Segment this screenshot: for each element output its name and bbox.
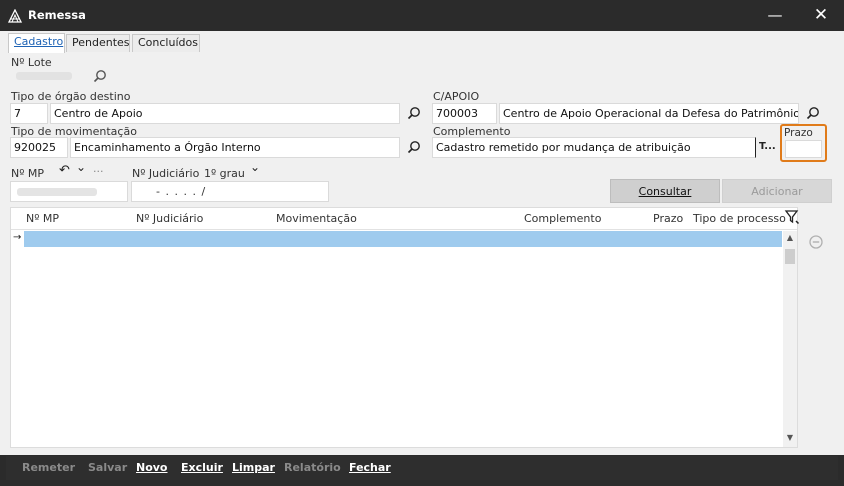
complemento-field[interactable]: Cadastro remetido por mudança de atribui… <box>432 137 756 158</box>
col-movimentacao[interactable]: Movimentação <box>276 212 357 225</box>
mp-label: Nº MP <box>11 167 45 180</box>
grau-select[interactable]: 1º grau <box>204 167 245 180</box>
relatorio-button: Relatório <box>284 461 341 474</box>
prazo-label: Prazo <box>784 127 813 139</box>
tab-pendentes[interactable]: Pendentes <box>66 34 130 52</box>
consultar-processos-button[interactable]: Consultar Processos <box>610 179 720 222</box>
prazo-field[interactable] <box>785 140 822 158</box>
mp-value-redacted <box>17 188 97 196</box>
tipo-orgao-search-icon[interactable] <box>406 105 424 123</box>
col-prazo[interactable]: Prazo <box>653 212 683 225</box>
tipo-orgao-label: Tipo de órgão destino <box>11 90 131 103</box>
novo-button[interactable]: Novo <box>136 461 168 474</box>
grid-header: Nº MP Nº Judiciário Movimentação Complem… <box>11 208 797 230</box>
complemento-more-button[interactable]: T... <box>759 141 776 152</box>
mp-undo-icon[interactable]: ↶ <box>59 163 70 178</box>
limpar-button[interactable]: Limpar <box>232 461 275 474</box>
judiciario-label: Nº Judiciário <box>132 167 200 180</box>
mp-more-icon[interactable]: ··· <box>93 165 104 178</box>
tipo-mov-name-field[interactable]: Encaminhamento a Órgão Interno <box>70 137 400 158</box>
lote-field[interactable] <box>10 66 82 86</box>
tipo-orgao-name-field[interactable]: Centro de Apoio <box>50 103 400 124</box>
excluir-button[interactable]: Excluir <box>181 461 223 474</box>
col-tipo-processo[interactable]: Tipo de processo <box>693 212 786 225</box>
mp-dropdown-icon[interactable]: ⌄ <box>76 160 86 174</box>
prazo-group: Prazo <box>780 124 827 162</box>
close-button[interactable]: ✕ <box>798 0 844 31</box>
tipo-mov-code-field[interactable]: 920025 <box>10 137 68 158</box>
footer-toolbar: Remeter Salvar Novo Excluir Limpar Relat… <box>6 456 838 480</box>
grid-scrollbar[interactable]: ▲ ▼ <box>783 231 797 447</box>
filter-icon[interactable] <box>784 209 802 227</box>
tab-concluidos[interactable]: Concluídos <box>132 34 200 52</box>
col-judiciario[interactable]: Nº Judiciário <box>136 212 203 225</box>
col-complemento[interactable]: Complemento <box>524 212 601 225</box>
minimize-button[interactable]: — <box>752 0 798 31</box>
row-selection[interactable] <box>24 231 782 247</box>
form-content: Cadastro Pendentes Concluídos Nº Lote Ti… <box>0 31 844 455</box>
app-logo-icon <box>7 8 23 23</box>
capoio-code-field[interactable]: 700003 <box>432 103 497 124</box>
col-nmp[interactable]: Nº MP <box>26 212 59 225</box>
judiciario-field[interactable]: - . . . . / <box>131 181 329 202</box>
adicionar-button: Adicionar <box>722 179 832 203</box>
tab-cadastro[interactable]: Cadastro <box>8 33 65 53</box>
tipo-mov-search-icon[interactable] <box>406 139 424 157</box>
lote-search-icon[interactable] <box>92 68 110 86</box>
processos-grid: Nº MP Nº Judiciário Movimentação Complem… <box>10 207 798 448</box>
window-titlebar: Remessa — ✕ <box>0 0 844 31</box>
window-title: Remessa <box>28 8 86 22</box>
lote-value-redacted <box>16 72 72 80</box>
salvar-button: Salvar <box>88 461 128 474</box>
capoio-label: C/APOIO <box>433 90 480 103</box>
capoio-search-icon[interactable] <box>805 105 823 123</box>
fechar-button[interactable]: Fechar <box>349 461 391 474</box>
scroll-up-icon[interactable]: ▲ <box>783 233 797 242</box>
remeter-button: Remeter <box>22 461 75 474</box>
scroll-thumb[interactable] <box>785 249 795 264</box>
capoio-name-field[interactable]: Centro de Apoio Operacional da Defesa do… <box>499 103 799 124</box>
tipo-orgao-code-field[interactable]: 7 <box>10 103 48 124</box>
table-row[interactable]: → <box>11 231 782 247</box>
mp-field[interactable] <box>10 181 128 202</box>
remove-circle-icon[interactable] <box>808 234 826 252</box>
scroll-down-icon[interactable]: ▼ <box>783 433 797 442</box>
grau-dropdown-icon[interactable]: ⌄ <box>250 160 260 174</box>
